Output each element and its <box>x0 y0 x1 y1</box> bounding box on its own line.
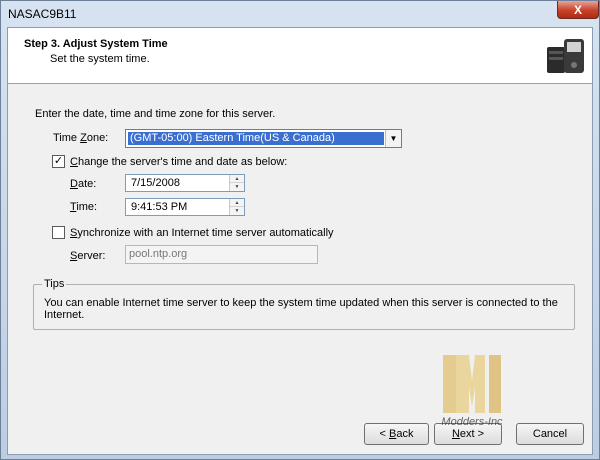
time-spinner[interactable]: ▲ ▼ <box>229 199 244 215</box>
nas-device-icon <box>547 39 584 73</box>
close-button[interactable]: X <box>557 1 599 19</box>
date-label: Date: <box>70 178 97 190</box>
date-spinner[interactable]: ▲ ▼ <box>229 175 244 191</box>
timezone-select[interactable]: (GMT-05:00) Eastern Time(US & Canada) ▼ <box>125 129 402 148</box>
date-picker[interactable]: 7/15/2008 ▲ ▼ <box>125 174 245 192</box>
intro-text: Enter the date, time and time zone for t… <box>35 108 276 120</box>
close-icon: X <box>573 2 582 17</box>
window-title: NASAC9B11 <box>8 7 77 21</box>
cancel-button[interactable]: Cancel <box>516 423 584 445</box>
sync-internet-time-checkbox[interactable] <box>52 226 65 239</box>
timezone-selected-value: (GMT-05:00) Eastern Time(US & Canada) <box>128 132 384 145</box>
server-label: Server: <box>70 250 106 262</box>
spin-up-icon[interactable]: ▲ <box>230 199 244 207</box>
tips-group: Tips You can enable Internet time server… <box>33 278 575 330</box>
wizard-header: Step 3. Adjust System Time Set the syste… <box>8 28 592 84</box>
spin-up-icon[interactable]: ▲ <box>230 175 244 183</box>
change-datetime-checkbox[interactable]: ✓ <box>52 155 65 168</box>
time-label: Time: <box>70 201 98 213</box>
title-bar[interactable]: NASAC9B11 X <box>1 1 599 27</box>
wizard-window: NASAC9B11 X Step 3. Adjust System Time S… <box>0 0 600 460</box>
step-subtitle: Set the system time. <box>50 53 150 65</box>
svg-text:Modders-Inc: Modders-Inc <box>441 416 503 428</box>
server-input[interactable]: pool.ntp.org <box>125 245 318 264</box>
timezone-label: Time Zone: <box>53 132 109 144</box>
time-picker[interactable]: 9:41:53 PM ▲ ▼ <box>125 198 245 216</box>
step-title: Step 3. Adjust System Time <box>24 38 168 50</box>
spin-down-icon[interactable]: ▼ <box>230 183 244 191</box>
tips-legend: Tips <box>42 278 67 290</box>
change-datetime-label[interactable]: Change the server's time and date as bel… <box>70 156 287 168</box>
time-value: 9:41:53 PM <box>131 201 188 213</box>
date-value: 7/15/2008 <box>131 177 180 189</box>
modders-inc-watermark: Modders-Inc <box>441 355 503 428</box>
spin-down-icon[interactable]: ▼ <box>230 207 244 215</box>
chevron-down-icon[interactable]: ▼ <box>385 130 401 147</box>
tips-text: You can enable Internet time server to k… <box>44 297 558 321</box>
sync-internet-time-label[interactable]: Synchronize with an Internet time server… <box>70 227 334 239</box>
back-button[interactable]: < Back <box>364 423 429 445</box>
